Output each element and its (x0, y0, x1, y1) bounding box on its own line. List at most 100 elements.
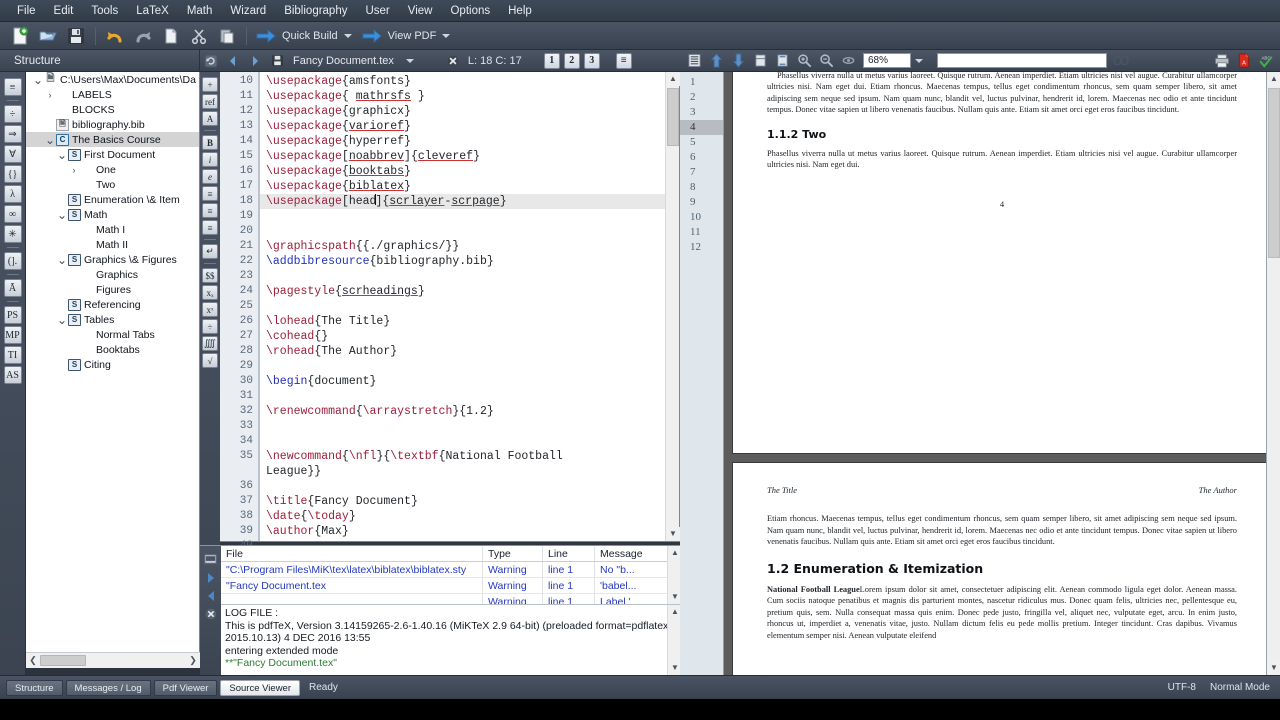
statusbar-messages-log-button[interactable]: Messages / Log (65, 679, 151, 696)
pdf-page-list-item[interactable]: 6 (680, 150, 723, 165)
menu-bibliography[interactable]: Bibliography (275, 3, 356, 19)
code-line[interactable]: \usepackage{amsfonts} (260, 74, 679, 89)
subscript-icon[interactable]: xₓ (202, 285, 218, 300)
statusbar-source-viewer-button[interactable]: Source Viewer (220, 679, 300, 696)
code-line[interactable] (260, 224, 679, 239)
cut-icon[interactable] (187, 24, 211, 48)
pdf-scroll-area[interactable]: Nullam dictum felis eu pede mollis preti… (724, 72, 1280, 675)
three-column-button[interactable]: 3 (583, 52, 600, 69)
list-environment-icon[interactable]: ≡ (3, 78, 22, 96)
structure-tree-item[interactable]: Graphics (26, 267, 199, 282)
stars-symbols-icon[interactable]: ✳ (3, 225, 22, 243)
statusbar-structure-button[interactable]: Structure (6, 679, 63, 696)
quick-build-label[interactable]: Quick Build (282, 30, 338, 42)
chevron-down-icon[interactable]: ⌄ (44, 134, 56, 146)
copy-icon[interactable] (159, 24, 183, 48)
code-line[interactable]: \pagestyle{scrheadings} (260, 284, 679, 299)
code-line[interactable]: \usepackage{graphicx} (260, 104, 679, 119)
newline-icon[interactable]: ↵ (202, 244, 218, 259)
new-document-icon[interactable] (8, 24, 32, 48)
italic-icon[interactable]: i (202, 152, 218, 167)
align-right-icon[interactable]: ≡ (202, 220, 218, 235)
code-line[interactable]: \graphicspath{{./graphics/}} (260, 239, 679, 254)
messages-scroll-down-icon[interactable]: ▼ (668, 590, 680, 604)
fit-width-icon[interactable] (750, 52, 770, 70)
save-document-icon[interactable] (64, 24, 88, 48)
pdf-scroll-down-icon[interactable]: ▼ (1267, 661, 1280, 675)
refresh-icon[interactable] (202, 52, 220, 70)
editor-scroll-thumb[interactable] (667, 88, 679, 146)
code-text-area[interactable]: \usepackage{amsfonts} \usepackage{ mathrs… (260, 72, 679, 541)
structure-tree-item[interactable]: ⌄ C The Basics Course (26, 132, 199, 147)
structure-tree-item[interactable]: Math II (26, 237, 199, 252)
fraction-icon[interactable]: ÷ (202, 319, 218, 334)
menu-options[interactable]: Options (441, 3, 499, 19)
tikz-icon[interactable]: TI (3, 346, 22, 364)
one-column-button[interactable]: 1 (543, 52, 560, 69)
code-line[interactable]: \addbibresource{bibliography.bib} (260, 254, 679, 269)
menu-tools[interactable]: Tools (82, 3, 127, 19)
menu-wizard[interactable]: Wizard (221, 3, 275, 19)
chevron-down-icon[interactable]: ⌄ (56, 314, 68, 326)
code-line[interactable]: \usepackage{biblatex} (260, 179, 679, 194)
code-line[interactable] (260, 539, 679, 541)
editor-scroll-down-icon[interactable]: ▼ (666, 527, 680, 541)
structure-tree-item[interactable]: ⌄ S First Document (26, 147, 199, 162)
spellcheck-icon[interactable]: ABC (1256, 52, 1276, 70)
structure-tree-item[interactable]: ⌄ S Math (26, 207, 199, 222)
quick-build-run-icon[interactable] (254, 24, 278, 48)
pdf-vertical-scrollbar[interactable]: ▲ ▼ (1266, 72, 1280, 675)
active-file-tab[interactable]: Fancy Document.tex (293, 55, 394, 67)
view-pdf-dropdown-icon[interactable] (442, 33, 451, 38)
menu-math[interactable]: Math (178, 3, 222, 19)
messages-table-row[interactable]: "C:\Program Files\MiK\tex\latex\biblatex… (221, 562, 680, 578)
code-line[interactable] (260, 389, 679, 404)
align-center-icon[interactable]: ≡ (202, 203, 218, 218)
zoom-level-input[interactable]: 68% (863, 53, 911, 68)
column-header-message[interactable]: Message (595, 546, 655, 561)
previous-error-icon[interactable] (203, 588, 218, 603)
structure-tree-item[interactable]: Booktabs (26, 342, 199, 357)
structure-tree-item[interactable]: 🗎 bibliography.bib (26, 117, 199, 132)
pdf-page-list-item[interactable]: 4 (680, 120, 723, 135)
code-line[interactable]: \author{Max} (260, 524, 679, 539)
code-line[interactable]: \rohead{The Author} (260, 344, 679, 359)
code-line[interactable]: \date{\today} (260, 509, 679, 524)
log-output-box[interactable]: LOG FILE : This is pdfTeX, Version 3.141… (221, 604, 680, 675)
menu-file[interactable]: File (8, 3, 45, 19)
pdf-page-list-item[interactable]: 12 (680, 240, 723, 255)
column-header-line[interactable]: Line (543, 546, 595, 561)
scroll-right-icon[interactable]: ❯ (186, 655, 200, 666)
messages-table-row[interactable]: Warning line 1 Label ' (221, 594, 680, 604)
misc-symbols-icon[interactable]: ∞ (3, 205, 22, 223)
structure-tree-item[interactable]: › LABELS (26, 87, 199, 102)
search-icon[interactable] (1111, 52, 1131, 70)
structure-tree-item[interactable]: S Citing (26, 357, 199, 372)
scroll-left-icon[interactable]: ❮ (26, 655, 40, 666)
previous-page-icon[interactable] (706, 52, 726, 70)
previous-document-icon[interactable] (224, 52, 242, 70)
code-line[interactable] (260, 434, 679, 449)
menu-view[interactable]: View (399, 3, 442, 19)
magnifier-icon[interactable] (838, 52, 858, 70)
view-pdf-run-icon[interactable] (360, 24, 384, 48)
messages-vertical-scrollbar[interactable]: ▲ ▼ (667, 546, 680, 604)
structure-horizontal-scrollbar[interactable]: ❮ ❯ (26, 652, 200, 668)
pdf-page-list-item[interactable]: 8 (680, 180, 723, 195)
column-header-file[interactable]: File (221, 546, 483, 561)
code-line[interactable] (260, 479, 679, 494)
code-line[interactable]: \renewcommand{\arraystretch}{1.2} (260, 404, 679, 419)
log-scroll-down-icon[interactable]: ▼ (668, 661, 680, 675)
pdf-scroll-thumb[interactable] (1268, 88, 1280, 258)
pdf-scroll-up-icon[interactable]: ▲ (1267, 72, 1280, 86)
messages-table-row[interactable]: "Fancy Document.tex Warning line 1 'babel..… (221, 578, 680, 594)
encoding-label[interactable]: UTF-8 (1168, 682, 1196, 693)
structure-tree-item[interactable]: Two (26, 177, 199, 192)
code-line[interactable]: \lohead{The Title} (260, 314, 679, 329)
two-column-button[interactable]: 2 (563, 52, 580, 69)
brackets-icon[interactable]: (]. (3, 252, 22, 270)
structure-tree-item[interactable]: Math I (26, 222, 199, 237)
pdf-page-list-item[interactable]: 1 (680, 75, 723, 90)
code-line[interactable] (260, 419, 679, 434)
messages-scroll-up-icon[interactable]: ▲ (668, 546, 680, 560)
